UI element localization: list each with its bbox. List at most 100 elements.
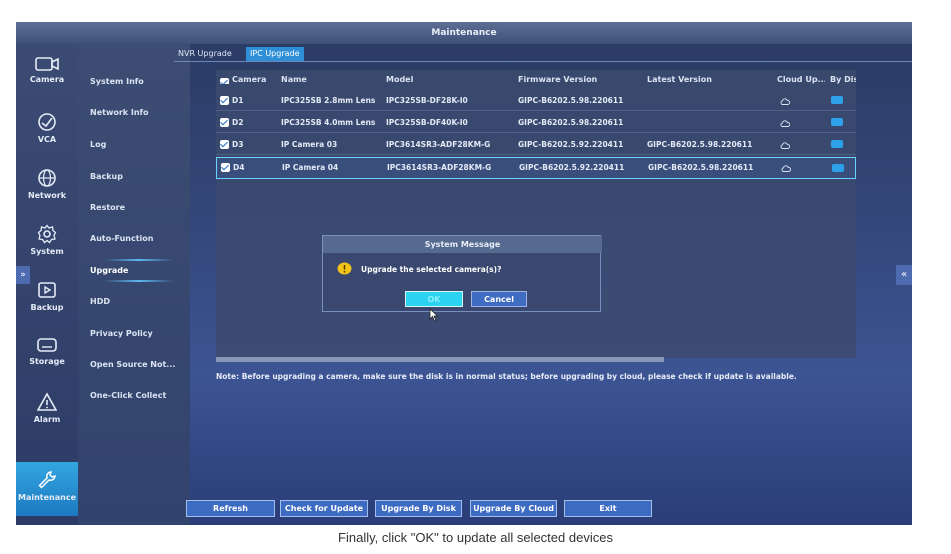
window-title: Maintenance: [16, 22, 912, 44]
tab-divider: [174, 61, 912, 62]
row-firmware: GIPC-B6202.5.92.220411: [519, 163, 625, 172]
main-nav: Camera VCA Network System Backup Storage…: [16, 44, 78, 525]
submenu-one-click-collect[interactable]: One-Click Collect: [90, 391, 166, 400]
nav-maintenance[interactable]: Maintenance: [16, 462, 78, 516]
row-latest: GIPC-B6202.5.98.220611: [648, 163, 754, 172]
globe-icon: [38, 169, 56, 187]
upgrade-by-cloud-button[interactable]: Upgrade By Cloud: [470, 500, 557, 517]
storage-icon: [37, 338, 57, 352]
nav-alarm[interactable]: Alarm: [16, 384, 78, 440]
nav-label: Camera: [29, 75, 65, 84]
camera-table: Camera Name Model Firmware Version Lates…: [216, 70, 856, 358]
header-firmware: Firmware Version: [518, 75, 598, 84]
nav-label: Alarm: [33, 415, 61, 424]
header-by-disk: By Dis: [830, 75, 856, 84]
submenu-hdd[interactable]: HDD: [90, 297, 110, 306]
backup-icon: [38, 282, 56, 298]
disk-upgrade-icon[interactable]: [831, 96, 843, 104]
check-for-update-button[interactable]: Check for Update: [280, 500, 368, 517]
disk-upgrade-icon[interactable]: [831, 140, 843, 148]
submenu-auto-function[interactable]: Auto-Function: [90, 234, 153, 243]
vca-icon: [38, 113, 56, 131]
row-firmware: GIPC-B6202.5.98.220611: [518, 118, 624, 127]
nav-label: Backup: [30, 303, 64, 312]
row-checkbox[interactable]: [221, 163, 230, 172]
row-checkbox[interactable]: [220, 96, 229, 105]
row-camera[interactable]: D4: [221, 163, 281, 172]
cloud-upgrade-icon[interactable]: [780, 142, 790, 149]
submenu-selected-indicator: [104, 280, 174, 282]
cancel-button[interactable]: Cancel: [471, 291, 527, 307]
header-camera[interactable]: Camera: [220, 75, 280, 84]
select-all-checkbox[interactable]: [220, 78, 229, 84]
nvr-screen: Maintenance Camera VCA Network System Ba…: [16, 22, 912, 525]
row-firmware: GIPC-B6202.5.98.220611: [518, 96, 624, 105]
table-row[interactable]: D3 IP Camera 03 IPC3614SR3-ADF28KM-G GIP…: [216, 135, 856, 155]
header-model: Model: [386, 75, 414, 84]
tab-nvr-upgrade[interactable]: NVR Upgrade: [174, 47, 236, 61]
row-camera[interactable]: D2: [220, 118, 280, 127]
nav-system[interactable]: System: [16, 216, 78, 272]
row-model: IPC3614SR3-ADF28KM-G: [387, 163, 492, 172]
disk-upgrade-icon[interactable]: [832, 164, 844, 172]
upgrade-by-disk-button[interactable]: Upgrade By Disk: [375, 500, 462, 517]
maintenance-submenu: System Info Network Info Log Backup Rest…: [78, 44, 190, 525]
row-firmware: GIPC-B6202.5.92.220411: [518, 140, 624, 149]
submenu-selected-indicator: [104, 259, 174, 261]
row-checkbox[interactable]: [220, 140, 229, 149]
nav-network[interactable]: Network: [16, 160, 78, 216]
submenu-backup[interactable]: Backup: [90, 172, 123, 181]
nav-label: Maintenance: [17, 493, 76, 502]
header-name: Name: [281, 75, 307, 84]
cloud-upgrade-icon[interactable]: [780, 120, 790, 127]
alarm-icon: [37, 392, 57, 411]
row-model: IPC325SB-DF40K-I0: [386, 118, 468, 127]
submenu-privacy-policy[interactable]: Privacy Policy: [90, 329, 153, 338]
table-row[interactable]: D4 IP Camera 04 IPC3614SR3-ADF28KM-G GIP…: [216, 157, 856, 179]
submenu-network-info[interactable]: Network Info: [90, 108, 149, 117]
ok-button[interactable]: OK: [405, 291, 463, 307]
horizontal-scrollbar[interactable]: [216, 357, 664, 362]
system-message-dialog: System Message Upgrade the selected came…: [322, 235, 602, 312]
upgrade-note: Note: Before upgrading a camera, make su…: [216, 372, 797, 381]
refresh-button[interactable]: Refresh: [186, 500, 275, 517]
header-latest: Latest Version: [647, 75, 712, 84]
submenu-open-source[interactable]: Open Source Not...: [90, 360, 175, 369]
nav-label: System: [30, 247, 64, 256]
exit-button[interactable]: Exit: [564, 500, 652, 517]
row-checkbox[interactable]: [220, 118, 229, 127]
row-name: IPC325SB 4.0mm Lens: [281, 118, 376, 127]
row-name: IPC325SB 2.8mm Lens: [281, 96, 376, 105]
submenu-upgrade[interactable]: Upgrade: [90, 266, 128, 275]
header-cloud-upgrade: Cloud Up...: [777, 75, 825, 84]
nav-label: VCA: [37, 135, 57, 144]
table-header: Camera Name Model Firmware Version Lates…: [216, 72, 856, 88]
cloud-upgrade-icon[interactable]: [781, 165, 791, 172]
submenu-log[interactable]: Log: [90, 140, 106, 149]
warning-icon: [337, 262, 352, 275]
table-row[interactable]: D2 IPC325SB 4.0mm Lens IPC325SB-DF40K-I0…: [216, 113, 856, 133]
wrench-icon: [38, 471, 56, 489]
collapse-right-button[interactable]: «: [896, 265, 912, 285]
nav-vca[interactable]: VCA: [16, 104, 78, 160]
row-model: IPC3614SR3-ADF28KM-G: [386, 140, 491, 149]
disk-upgrade-icon[interactable]: [831, 118, 843, 126]
row-latest: GIPC-B6202.5.98.220611: [647, 140, 753, 149]
nav-storage[interactable]: Storage: [16, 328, 78, 384]
nav-camera[interactable]: Camera: [16, 48, 78, 104]
cloud-upgrade-icon[interactable]: [780, 98, 790, 105]
mouse-cursor-icon: [429, 308, 439, 322]
gear-icon: [37, 224, 57, 244]
row-camera[interactable]: D1: [220, 96, 280, 105]
row-model: IPC325SB-DF28K-I0: [386, 96, 468, 105]
expand-left-button[interactable]: »: [16, 266, 30, 284]
submenu-system-info[interactable]: System Info: [90, 77, 144, 86]
row-camera[interactable]: D3: [220, 140, 280, 149]
screenshot-caption: Finally, click "OK" to update all select…: [338, 530, 613, 545]
table-row[interactable]: D1 IPC325SB 2.8mm Lens IPC325SB-DF28K-I0…: [216, 91, 856, 111]
nav-label: Network: [27, 191, 67, 200]
tab-ipc-upgrade[interactable]: IPC Upgrade: [246, 47, 304, 61]
submenu-restore[interactable]: Restore: [90, 203, 125, 212]
dialog-title: System Message: [323, 236, 602, 253]
row-name: IP Camera 04: [282, 163, 339, 172]
